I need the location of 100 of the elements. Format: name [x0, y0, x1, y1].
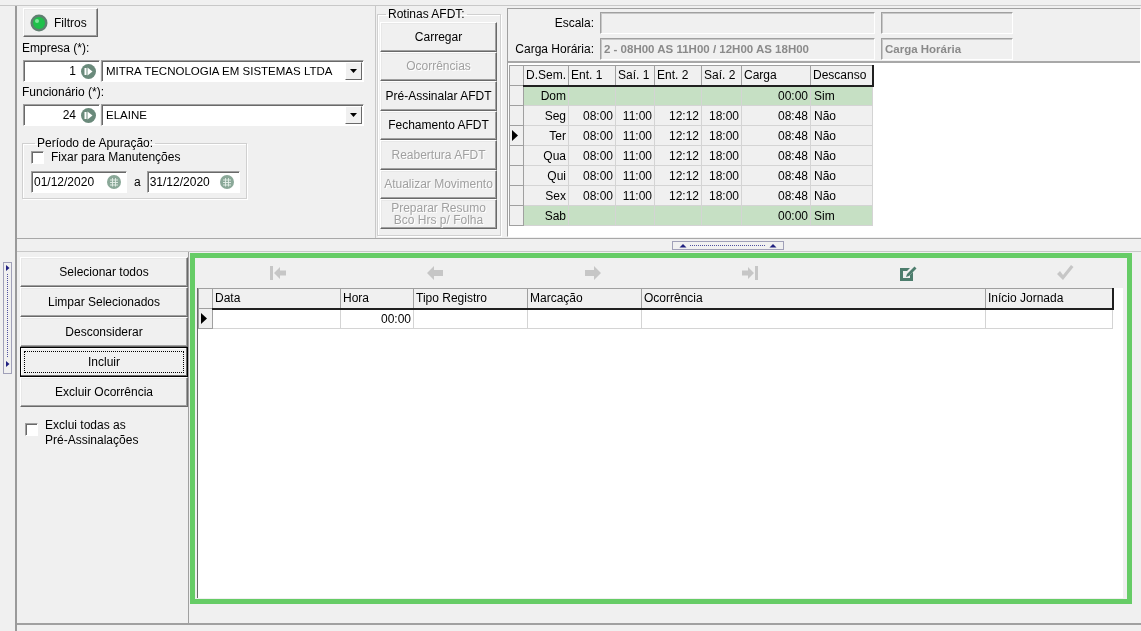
table-row[interactable]: Qui 08:00 11:00 12:12 18:00 08:48 Não	[509, 165, 873, 186]
routine-button[interactable]: Carregar	[380, 22, 497, 52]
table-cell: 08:48	[741, 145, 811, 166]
column-header[interactable]: Início Jornada	[985, 288, 1113, 309]
column-header[interactable]: Ocorrência	[641, 288, 986, 309]
table-cell: 18:00	[701, 165, 742, 186]
row-pointer-icon	[512, 130, 518, 141]
column-header[interactable]: D.Sem.	[523, 65, 569, 86]
column-header[interactable]: Carga	[741, 65, 811, 86]
column-header[interactable]: Descanso	[810, 65, 873, 86]
table-cell: 08:00	[568, 185, 616, 206]
column-header[interactable]: Saí. 1	[615, 65, 655, 86]
table-row[interactable]: Qua 08:00 11:00 12:12 18:00 08:48 Não	[509, 145, 873, 166]
checkbox-label: Exclui todas as Pré-Assinalações	[45, 418, 140, 448]
table-cell: 18:00	[701, 145, 742, 166]
checkbox-label: Fixar para Manutenções	[51, 150, 181, 164]
table-cell: Qui	[523, 165, 569, 186]
table-cell: Sab	[523, 205, 569, 226]
splitter-grip-icon[interactable]	[672, 241, 784, 250]
caret-icon	[350, 113, 357, 117]
table-cell	[701, 85, 742, 106]
field-label: Carga Horária:	[514, 42, 594, 56]
table-cell: Não	[810, 165, 873, 186]
table-cell	[568, 85, 616, 106]
action-button[interactable]: Limpar Selecionados	[20, 287, 188, 317]
column-header[interactable]: Marcação	[527, 288, 642, 309]
action-button[interactable]: Incluir	[20, 347, 188, 377]
date-field[interactable]: 01/12/2020	[31, 171, 127, 193]
table-cell: 11:00	[615, 165, 655, 186]
column-header[interactable]: Data	[212, 288, 341, 309]
table-cell: 08:48	[741, 165, 811, 186]
table-cell: Dom	[523, 85, 569, 106]
dropdown-button[interactable]	[345, 62, 362, 80]
splitter-grip-icon[interactable]	[3, 262, 12, 374]
table-cell: 11:00	[615, 185, 655, 206]
group-title: Período de Apuração:	[36, 136, 155, 150]
table-cell	[654, 85, 702, 106]
range-separator: a	[134, 175, 141, 189]
column-header[interactable]: Saí. 2	[701, 65, 742, 86]
column-header[interactable]: Ent. 2	[654, 65, 702, 86]
table-cell: 11:00	[615, 125, 655, 146]
table-cell: 08:00	[568, 125, 616, 146]
table-cell: Não	[810, 105, 873, 126]
table-row[interactable]: Seg 08:00 11:00 12:12 18:00 08:48 Não	[509, 105, 873, 126]
table-cell: 12:12	[654, 125, 702, 146]
table-cell	[615, 85, 655, 106]
table-cell: 08:48	[741, 185, 811, 206]
table-cell: 18:00	[701, 125, 742, 146]
action-button[interactable]: Selecionar todos	[20, 257, 188, 287]
field-label: Empresa (*):	[22, 41, 90, 55]
table-row[interactable]: Sex 08:00 11:00 12:12 18:00 08:48 Não	[509, 185, 873, 206]
date-field[interactable]: 31/12/2020	[146, 171, 240, 193]
table-cell: 08:00	[568, 105, 616, 126]
code-field[interactable]: 1	[23, 60, 100, 82]
table-cell: 18:00	[701, 185, 742, 206]
routine-button[interactable]: Pré-Assinalar AFDT	[380, 81, 497, 111]
row-selector[interactable]	[198, 308, 213, 329]
calendar-icon[interactable]	[107, 175, 121, 189]
table-cell: 12:12	[654, 185, 702, 206]
calendar-icon[interactable]	[219, 175, 234, 189]
column-header[interactable]: Ent. 1	[568, 65, 616, 86]
arrow-circle-icon[interactable]	[81, 107, 96, 123]
table-cell	[654, 205, 702, 226]
table-cell: Sim	[810, 85, 873, 106]
table-cell: 00:00	[741, 205, 811, 226]
table-cell: Qua	[523, 145, 569, 166]
routine-button[interactable]: Fechamento AFDT	[380, 110, 497, 140]
table-cell: Não	[810, 185, 873, 206]
table-cell: 11:00	[615, 145, 655, 166]
column-header[interactable]: Hora	[340, 288, 414, 309]
caret-icon	[350, 69, 357, 73]
field-label: Escala:	[553, 16, 594, 30]
column-header[interactable]: Tipo Registro	[413, 288, 528, 309]
table-cell: 11:00	[615, 105, 655, 126]
dropdown-button[interactable]	[345, 106, 362, 124]
table-cell: Não	[810, 125, 873, 146]
checkbox[interactable]	[31, 150, 44, 164]
action-button[interactable]: Excluir Ocorrência	[20, 377, 188, 407]
table-cell: Sex	[523, 185, 569, 206]
employee-combo[interactable]: ELAINE	[101, 104, 364, 126]
row-selector[interactable]	[509, 125, 524, 146]
table-cell	[568, 205, 616, 226]
action-button[interactable]: Desconsiderar	[20, 317, 188, 347]
pencil-icon[interactable]	[898, 264, 917, 282]
arrow-circle-icon[interactable]	[81, 63, 96, 79]
table-row[interactable]: Sab 00:00 Sim	[509, 205, 873, 226]
table-cell: 12:12	[654, 145, 702, 166]
table-cell: Sim	[810, 205, 873, 226]
table-cell: 00:00	[741, 85, 811, 106]
dot-icon	[30, 13, 48, 32]
filters-button[interactable]: Filtros	[23, 8, 98, 37]
table-cell	[615, 205, 655, 226]
row-pointer-icon	[201, 313, 207, 324]
table-cell: 12:12	[654, 165, 702, 186]
table-cell: Ter	[523, 125, 569, 146]
code-field[interactable]: 24	[23, 104, 100, 126]
table-row[interactable]: Ter 08:00 11:00 12:12 18:00 08:48 Não	[509, 125, 873, 146]
checkbox[interactable]	[25, 423, 38, 436]
table-cell: 08:00	[568, 145, 616, 166]
company-combo[interactable]: MITRA TECNOLOGIA EM SISTEMAS LTDA	[101, 60, 364, 82]
